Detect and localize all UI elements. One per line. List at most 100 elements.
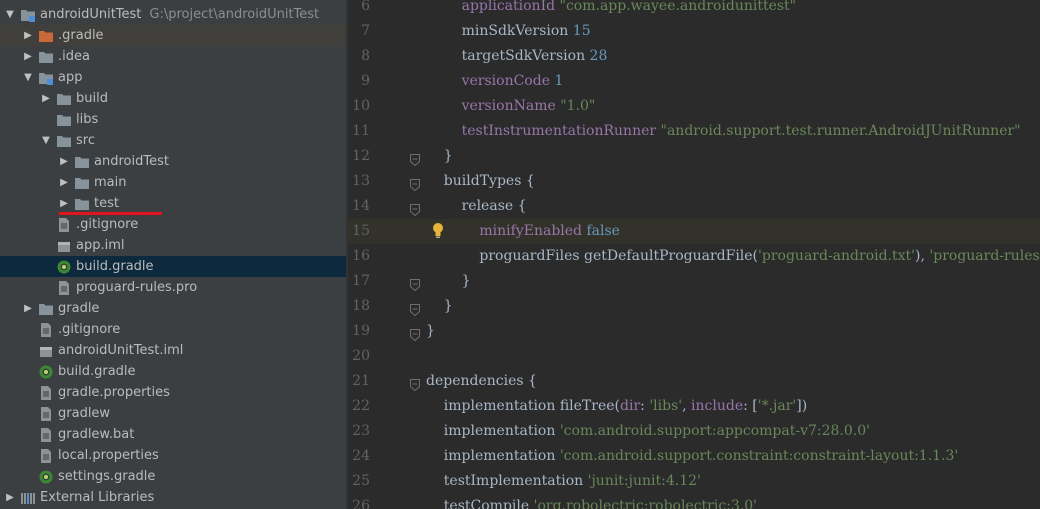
collapse-arrow-icon[interactable]: ▶ [40, 88, 52, 109]
tree-item-text: test [94, 196, 119, 211]
tree-item-src[interactable]: ▼ src [0, 130, 346, 151]
tree-item-gradle-properties[interactable]: gradle.properties [0, 382, 346, 403]
tree-item-gradlew-bat[interactable]: gradlew.bat [0, 424, 346, 445]
fold-marker-icon[interactable] [410, 275, 420, 292]
tree-item-build-gradle[interactable]: build.gradle [0, 256, 346, 277]
code-token: : [640, 398, 650, 414]
tree-item-settings-gradle[interactable]: settings.gradle [0, 466, 346, 487]
collapse-arrow-icon[interactable]: ▶ [58, 151, 70, 172]
collapse-arrow-icon[interactable]: ▶ [58, 193, 70, 214]
code-text: implementation 'com.android.support:appc… [426, 419, 870, 444]
code-line[interactable]: 23 implementation 'com.android.support:a… [348, 419, 1040, 444]
code-line[interactable]: 26 testCompile 'org.robolectric:robolect… [348, 494, 1040, 509]
fold-marker-icon[interactable] [410, 200, 420, 217]
code-line[interactable]: 24 implementation 'com.android.support.c… [348, 444, 1040, 469]
code-token: targetSdkVersion [426, 48, 590, 64]
code-text: testCompile 'org.robolectric:robolectric… [426, 494, 757, 509]
tree-item-app-iml[interactable]: app.iml [0, 235, 346, 256]
code-line[interactable]: 16 proguardFiles getDefaultProguardFile(… [348, 244, 1040, 269]
fold-marker-icon[interactable] [410, 175, 420, 192]
line-number: 6 [361, 0, 370, 14]
code-line[interactable]: 17 } [348, 269, 1040, 294]
tree-item-text: gradlew [58, 406, 111, 421]
tree-item-proguard-rules-pro[interactable]: proguard-rules.pro [0, 277, 346, 298]
tree-item-label: build [76, 88, 108, 109]
code-token: } [426, 148, 453, 164]
code-text: implementation fileTree(dir: 'libs', inc… [426, 394, 807, 419]
tree-item-text: app [58, 70, 83, 85]
tree-item-build[interactable]: ▶ build [0, 88, 346, 109]
code-token: } [426, 298, 453, 314]
line-number: 20 [352, 348, 370, 364]
code-text: testImplementation 'junit:junit:4.12' [426, 469, 701, 494]
collapse-arrow-icon[interactable]: ▶ [4, 487, 16, 508]
tree-item-androidtest[interactable]: ▶ androidTest [0, 151, 346, 172]
code-line[interactable]: 18 } [348, 294, 1040, 319]
tree-item-gitignore[interactable]: .gitignore [0, 319, 346, 340]
code-token: "1.0" [560, 98, 596, 114]
collapse-arrow-icon[interactable]: ▶ [22, 46, 34, 67]
code-token: 'com.android.support:appcompat-v7:28.0.0… [559, 423, 870, 439]
tree-item-text: libs [76, 112, 99, 127]
collapse-arrow-icon[interactable]: ▶ [58, 172, 70, 193]
code-token: testInstrumentationRunner [426, 123, 661, 139]
code-line[interactable]: 8 targetSdkVersion 28 [348, 44, 1040, 69]
expand-arrow-icon[interactable]: ▼ [40, 130, 52, 151]
tree-item-androidunittest-iml[interactable]: androidUnitTest.iml [0, 340, 346, 361]
gradle-icon [56, 260, 72, 274]
tree-item-gradlew[interactable]: gradlew [0, 403, 346, 424]
code-line[interactable]: 15 minifyEnabled false [348, 219, 1040, 244]
tree-item-androidunittest[interactable]: ▼ androidUnitTest G:\project\androidUnitTe… [0, 4, 346, 25]
fold-marker-icon[interactable] [410, 150, 420, 167]
line-number: 8 [361, 48, 370, 64]
code-line[interactable]: 14 release { [348, 194, 1040, 219]
code-line[interactable]: 25 testImplementation 'junit:junit:4.12' [348, 469, 1040, 494]
tree-item-main[interactable]: ▶ main [0, 172, 346, 193]
line-number: 21 [352, 373, 370, 389]
code-line[interactable]: 22 implementation fileTree(dir: 'libs', … [348, 394, 1040, 419]
tree-item-text: settings.gradle [58, 469, 156, 484]
project-path: G:\project\androidUnitTest [149, 7, 320, 22]
code-line[interactable]: 21 dependencies { [348, 369, 1040, 394]
tree-item-local-properties[interactable]: local.properties [0, 445, 346, 466]
expand-arrow-icon[interactable]: ▼ [22, 67, 34, 88]
tree-item-external-libraries[interactable]: ▶ External Libraries [0, 487, 346, 508]
line-number: 23 [352, 423, 370, 439]
fold-marker-icon[interactable] [410, 325, 420, 342]
tree-item-label: settings.gradle [58, 466, 155, 487]
expand-arrow-icon[interactable]: ▼ [4, 4, 16, 25]
code-token: } [426, 323, 435, 339]
tree-item-libs[interactable]: libs [0, 109, 346, 130]
tree-item-gradle[interactable]: ▶ gradle [0, 298, 346, 319]
code-line[interactable]: 11 testInstrumentationRunner "android.su… [348, 119, 1040, 144]
tree-item-app[interactable]: ▼ app [0, 67, 346, 88]
tree-item-build-gradle[interactable]: build.gradle [0, 361, 346, 382]
tree-item-gitignore[interactable]: .gitignore [0, 214, 346, 235]
code-line[interactable]: 19} [348, 319, 1040, 344]
gradle-icon [38, 365, 54, 379]
code-line[interactable]: 9 versionCode 1 [348, 69, 1040, 94]
tree-item-test[interactable]: ▶ test [0, 193, 346, 214]
code-line[interactable]: 20 [348, 344, 1040, 369]
fold-marker-icon[interactable] [410, 300, 420, 317]
folder-icon [56, 113, 72, 127]
collapse-arrow-icon[interactable]: ▶ [22, 298, 34, 319]
tree-item-idea[interactable]: ▶ .idea [0, 46, 346, 67]
tree-item-text: gradle.properties [58, 385, 170, 400]
code-line[interactable]: 13 buildTypes { [348, 169, 1040, 194]
code-line[interactable]: 7 minSdkVersion 15 [348, 19, 1040, 44]
folder-icon [74, 197, 90, 211]
code-line[interactable]: 12 } [348, 144, 1040, 169]
project-tree-panel[interactable]: ▼ androidUnitTest G:\project\androidUnitTe… [0, 0, 346, 509]
tree-item-label: androidUnitTest G:\project\androidUnitTes… [40, 4, 319, 25]
code-token: implementation [426, 423, 560, 439]
tree-item-label: proguard-rules.pro [76, 277, 197, 298]
tree-item-label: androidTest [94, 151, 169, 172]
fold-marker-icon[interactable] [410, 375, 420, 392]
code-editor[interactable]: 6 applicationId "com.app.wayee.androidun… [348, 0, 1040, 509]
code-line[interactable]: 6 applicationId "com.app.wayee.androidun… [348, 0, 1040, 19]
tree-item-gradle[interactable]: ▶ .gradle [0, 25, 346, 46]
code-line[interactable]: 10 versionName "1.0" [348, 94, 1040, 119]
tree-item-text: .gradle [58, 28, 104, 43]
collapse-arrow-icon[interactable]: ▶ [22, 25, 34, 46]
